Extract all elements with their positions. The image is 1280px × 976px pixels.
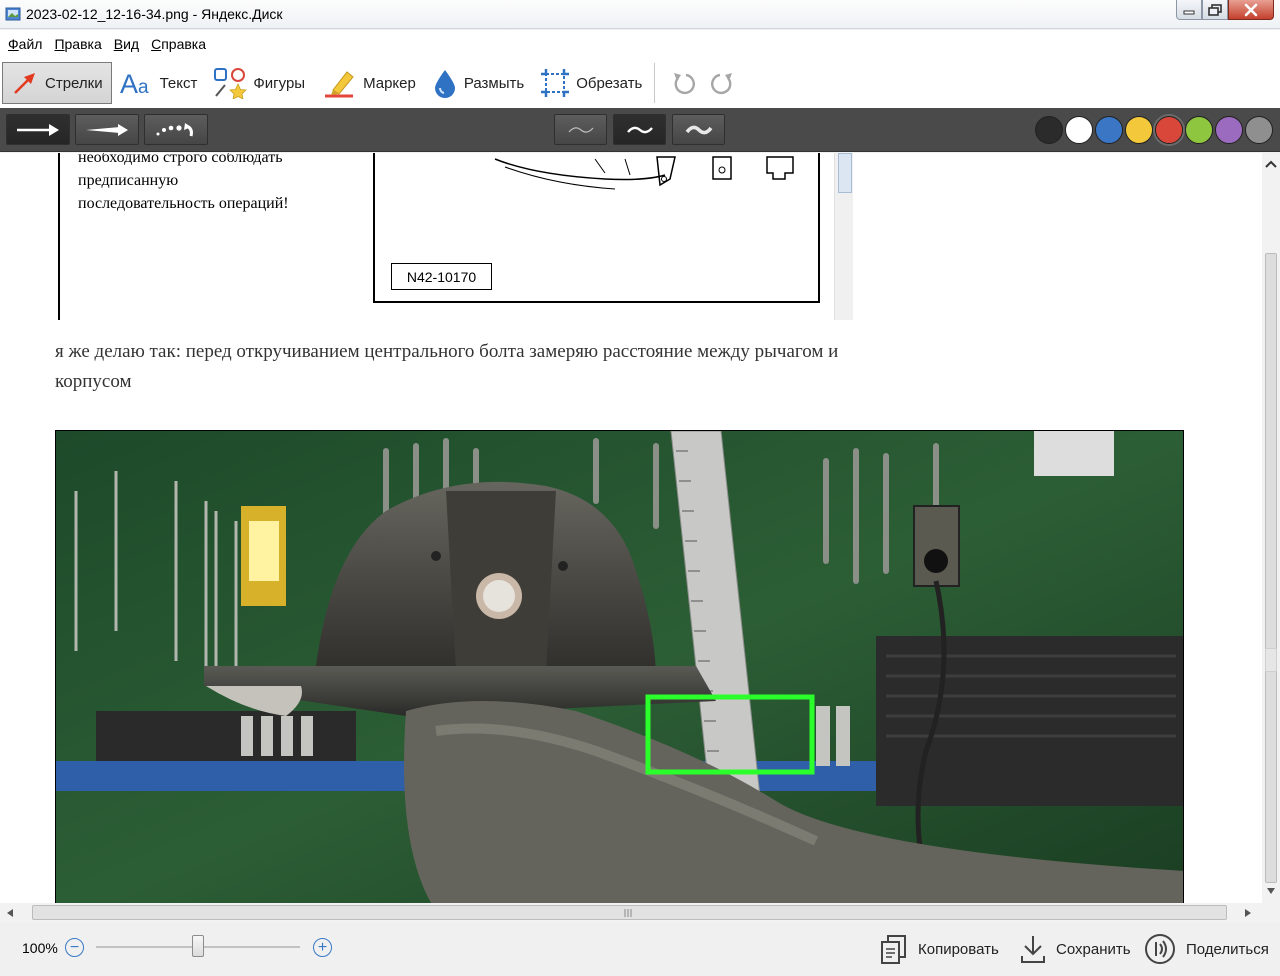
app-icon [5, 7, 21, 21]
copy-icon [881, 935, 906, 964]
zoom-slider-thumb[interactable] [192, 935, 204, 957]
vertical-scroll-thumb[interactable] [1265, 253, 1277, 883]
wave-thin-icon [568, 126, 593, 133]
post-text: я же делаю так: перед откручиванием цент… [55, 341, 839, 392]
crop-icon [541, 69, 570, 97]
wave-medium-icon [626, 126, 653, 133]
minus-icon: − [69, 938, 80, 956]
minimize-button[interactable] [1176, 0, 1202, 20]
menu-edit[interactable]: Правка [54, 36, 101, 52]
scroll-left-icon[interactable] [6, 908, 14, 918]
download-icon [1021, 936, 1045, 963]
color-swatch[interactable] [1215, 116, 1243, 144]
undo-button[interactable] [663, 62, 703, 104]
share-icon [1145, 934, 1175, 964]
svg-text:a: a [138, 77, 149, 98]
suspension-arm-photo [55, 430, 1184, 903]
wave-thick-icon [685, 125, 712, 134]
thumb-grip-icon [624, 909, 632, 917]
undo-icon [674, 73, 696, 95]
blur-tool[interactable]: Размыть [424, 62, 532, 104]
scroll-up-icon[interactable] [1265, 159, 1277, 169]
text-tool[interactable]: Aa Текст [112, 62, 206, 104]
manual-note: необходимо строго соблюдать предписанную… [78, 153, 289, 212]
copy-button[interactable]: Копировать [880, 933, 999, 965]
embedded-manual-page: необходимо строго соблюдать предписанную… [58, 153, 853, 320]
scroll-right-icon[interactable] [1244, 908, 1252, 918]
drop-icon [434, 70, 455, 98]
marker-tool[interactable]: Маркер [313, 62, 424, 104]
embedded-scrollbar [834, 153, 853, 320]
maximize-icon [1208, 3, 1222, 16]
close-button[interactable] [1228, 0, 1274, 20]
line-medium[interactable] [613, 114, 666, 145]
color-swatch[interactable] [1065, 116, 1093, 144]
arrow-dotted-icon [156, 122, 193, 136]
scroll-corner [1262, 903, 1280, 923]
plus-icon: + [317, 938, 328, 956]
horizontal-scrollbar[interactable] [0, 903, 1262, 923]
line-thick[interactable] [672, 114, 725, 145]
menu-view[interactable]: Вид [114, 36, 139, 52]
title-bar: 2023-02-12_12-16-34.png - Яндекс.Диск [0, 0, 1280, 29]
arrow-tapered-icon [86, 123, 128, 136]
minimize-icon [1183, 10, 1195, 14]
redo-icon [711, 73, 733, 95]
arrow-style-dotted[interactable] [144, 114, 208, 145]
shapes-icon [214, 68, 248, 99]
arrow-style-tapered[interactable] [75, 114, 139, 145]
arrows-tool[interactable]: Стрелки [2, 62, 112, 104]
color-swatch[interactable] [1035, 116, 1063, 144]
scroll-down-icon[interactable] [1266, 887, 1276, 895]
maximize-button[interactable] [1202, 0, 1228, 20]
menu-help[interactable]: Справка [151, 36, 206, 52]
vertical-scrollbar[interactable] [1262, 153, 1280, 903]
color-swatch[interactable] [1155, 116, 1183, 144]
document-viewport[interactable]: необходимо строго соблюдать предписанную… [0, 153, 1262, 903]
menu-bar: Файл Правка Вид Справка [0, 30, 1280, 58]
figure-code: N42-10170 [391, 263, 492, 290]
crop-tool[interactable]: Обрезать [532, 62, 650, 104]
close-icon [1244, 3, 1258, 16]
marker-icon [325, 71, 354, 98]
color-swatch[interactable] [1125, 116, 1153, 144]
zoom-in-button[interactable]: + [313, 938, 332, 957]
window-title: 2023-02-12_12-16-34.png - Яндекс.Диск [26, 6, 283, 22]
status-bar: 100% − + Копировать Сохранить Поделиться [0, 923, 1280, 976]
arrow-style-solid[interactable] [6, 114, 70, 145]
text-icon: Aa [120, 69, 149, 98]
save-button[interactable]: Сохранить [1020, 933, 1131, 965]
photo-image [56, 431, 1183, 903]
arrow-solid-icon [17, 123, 59, 136]
thumb-grip-icon [1265, 648, 1277, 672]
shapes-tool[interactable]: Фигуры [205, 62, 313, 104]
toolbar-separator [654, 63, 656, 103]
color-swatch[interactable] [1245, 116, 1273, 144]
zoom-level: 100% [22, 940, 58, 956]
horizontal-scroll-thumb[interactable] [32, 905, 1227, 920]
share-button[interactable]: Поделиться [1144, 933, 1269, 965]
zoom-out-button[interactable]: − [65, 938, 84, 957]
arrow-icon [14, 73, 35, 94]
menu-file[interactable]: Файл [8, 36, 42, 52]
svg-text:A: A [120, 69, 138, 98]
editor-toolbar: Стрелки Aa Текст Фигуры Маркер Размыть О… [0, 58, 1280, 108]
line-thin[interactable] [554, 114, 607, 145]
color-swatch[interactable] [1095, 116, 1123, 144]
color-swatch[interactable] [1185, 116, 1213, 144]
redo-button[interactable] [703, 62, 743, 104]
